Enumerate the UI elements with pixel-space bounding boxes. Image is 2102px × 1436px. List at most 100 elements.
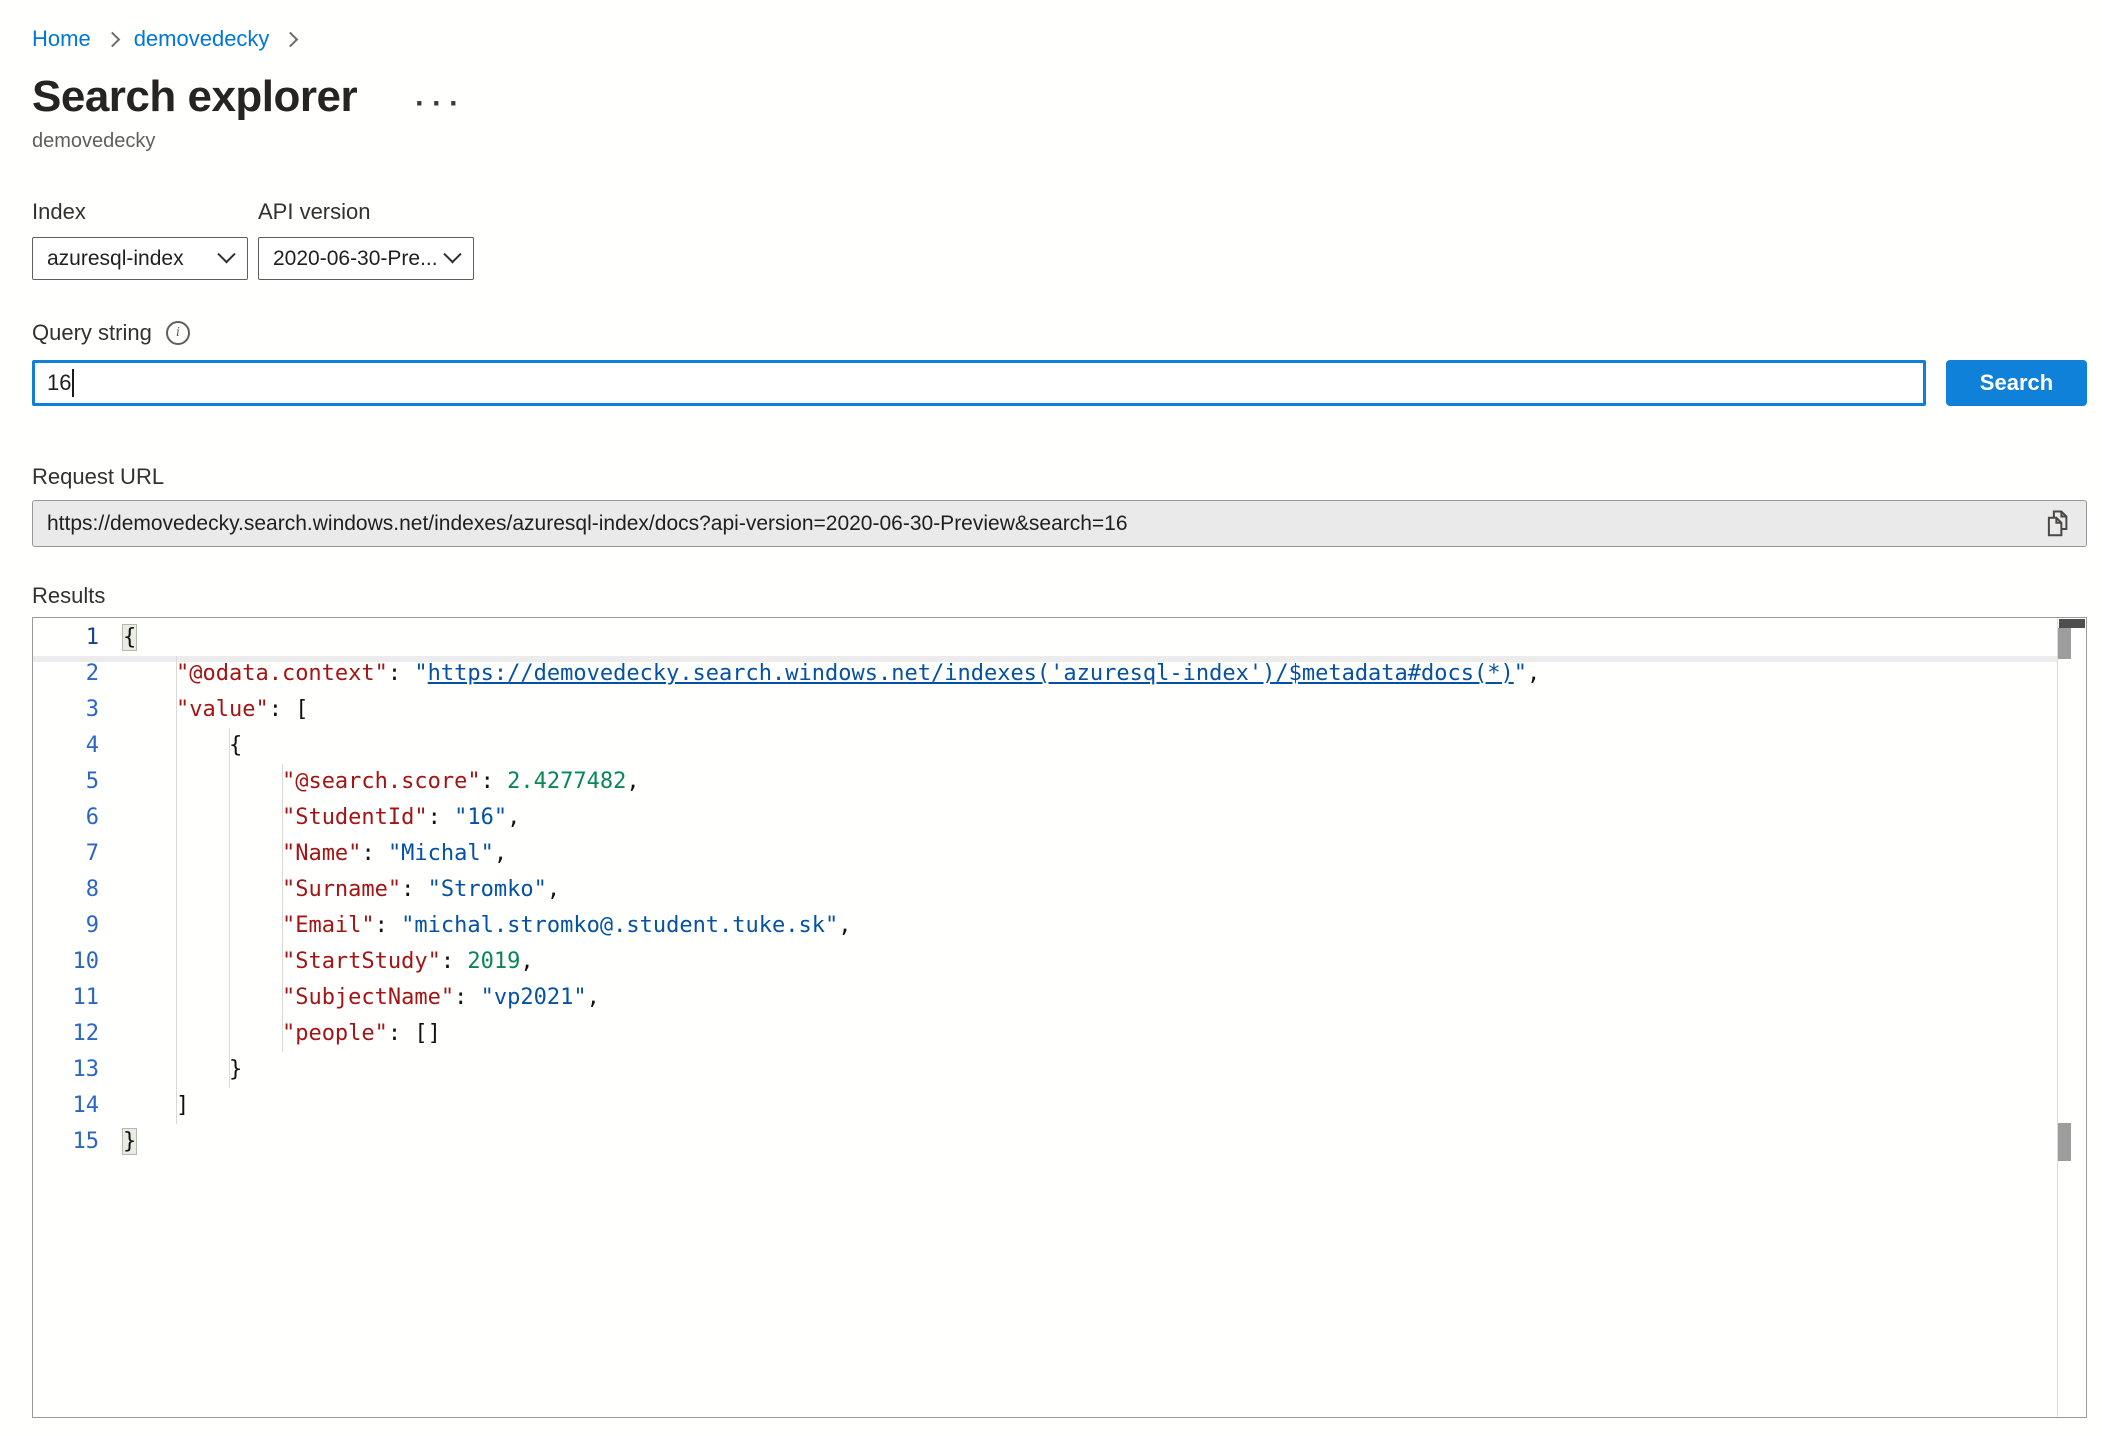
line-number: 5 bbox=[33, 764, 99, 800]
code-line: } bbox=[123, 1052, 2056, 1088]
search-explorer-blade: Home demovedecky Search explorer ··· dem… bbox=[0, 0, 2102, 1418]
code-token: , bbox=[626, 769, 639, 794]
code-token bbox=[123, 769, 282, 794]
overview-ruler-cursor-mark bbox=[2059, 619, 2085, 628]
request-url-label: Request URL bbox=[32, 464, 2087, 490]
code-token: [] bbox=[414, 1021, 441, 1046]
api-version-select[interactable]: 2020-06-30-Pre... bbox=[258, 237, 474, 280]
code-token: : bbox=[401, 877, 428, 902]
code-token bbox=[123, 913, 282, 938]
code-token bbox=[123, 697, 176, 722]
code-token: , bbox=[520, 949, 533, 974]
code-token bbox=[123, 1021, 282, 1046]
code-token: "StartStudy" bbox=[282, 949, 441, 974]
code-token: "vp2021" bbox=[481, 985, 587, 1010]
code-token bbox=[123, 877, 282, 902]
code-line: "SubjectName": "vp2021", bbox=[123, 980, 2056, 1016]
editor-content: { "@odata.context": "https://demovedecky… bbox=[123, 620, 2056, 1160]
code-token: { bbox=[123, 625, 136, 650]
copy-icon bbox=[2042, 507, 2072, 541]
line-number: 4 bbox=[33, 728, 99, 764]
code-token: , bbox=[1527, 661, 1540, 686]
index-select[interactable]: azuresql-index bbox=[32, 237, 248, 280]
code-token: "value" bbox=[176, 697, 269, 722]
code-token: "Michal" bbox=[388, 841, 494, 866]
request-url-box: https://demovedecky.search.windows.net/i… bbox=[32, 500, 2087, 547]
line-number: 7 bbox=[33, 836, 99, 872]
code-token bbox=[123, 805, 282, 830]
query-string-label: Query string bbox=[32, 320, 152, 346]
api-version-label: API version bbox=[258, 199, 474, 225]
breadcrumb-chevron-icon bbox=[104, 31, 120, 47]
query-string-input[interactable]: 16 bbox=[32, 360, 1926, 406]
code-token: , bbox=[587, 985, 600, 1010]
code-token: : bbox=[388, 1021, 415, 1046]
code-token bbox=[123, 985, 282, 1010]
code-line: ] bbox=[123, 1088, 2056, 1124]
code-line: "Surname": "Stromko", bbox=[123, 872, 2056, 908]
code-token: 2019 bbox=[467, 949, 520, 974]
copy-button[interactable] bbox=[2028, 501, 2086, 546]
code-token: , bbox=[494, 841, 507, 866]
code-line: "value": [ bbox=[123, 692, 2056, 728]
code-token: } bbox=[123, 1129, 136, 1154]
breadcrumb-chevron-icon bbox=[283, 31, 299, 47]
breadcrumb: Home demovedecky bbox=[32, 24, 2087, 54]
page-scrollbar-thumb[interactable] bbox=[2058, 1123, 2071, 1161]
code-token: : bbox=[454, 985, 481, 1010]
page-title: Search explorer bbox=[32, 70, 357, 124]
code-token: : bbox=[428, 805, 455, 830]
results-label: Results bbox=[32, 583, 2087, 609]
code-token: "Stromko" bbox=[428, 877, 547, 902]
code-token bbox=[123, 949, 282, 974]
index-select-value: azuresql-index bbox=[47, 247, 184, 271]
code-token: "@odata.context" bbox=[176, 661, 388, 686]
code-token: "@search.score" bbox=[282, 769, 481, 794]
code-token: "Name" bbox=[282, 841, 361, 866]
code-token: "16" bbox=[454, 805, 507, 830]
code-token: : bbox=[481, 769, 508, 794]
editor-gutter: 123456789101112131415 bbox=[33, 620, 99, 1160]
code-token bbox=[123, 661, 176, 686]
line-number: 3 bbox=[33, 692, 99, 728]
code-token: : bbox=[375, 913, 402, 938]
code-token: "Surname" bbox=[282, 877, 401, 902]
code-token: : bbox=[441, 949, 468, 974]
line-number: 1 bbox=[33, 620, 99, 656]
search-button[interactable]: Search bbox=[1946, 360, 2087, 406]
more-options-button[interactable]: ··· bbox=[415, 80, 466, 114]
code-token: " bbox=[414, 661, 427, 686]
editor-scrollbar-thumb[interactable] bbox=[2058, 628, 2071, 659]
code-line: "Name": "Michal", bbox=[123, 836, 2056, 872]
code-token: , bbox=[838, 913, 851, 938]
query-string-value: 16 bbox=[47, 370, 71, 396]
info-icon[interactable]: i bbox=[166, 321, 190, 345]
code-line: { bbox=[123, 728, 2056, 764]
line-number: 6 bbox=[33, 800, 99, 836]
code-line: "StartStudy": 2019, bbox=[123, 944, 2056, 980]
code-token: "michal.stromko@.student.tuke.sk" bbox=[401, 913, 838, 938]
line-number: 8 bbox=[33, 872, 99, 908]
code-token: 2.4277482 bbox=[507, 769, 626, 794]
code-line: { bbox=[123, 620, 2056, 656]
line-number: 2 bbox=[33, 656, 99, 692]
line-number: 10 bbox=[33, 944, 99, 980]
line-number: 11 bbox=[33, 980, 99, 1016]
results-code-editor[interactable]: 123456789101112131415 { "@odata.context"… bbox=[32, 617, 2087, 1418]
breadcrumb-home-link[interactable]: Home bbox=[32, 26, 91, 52]
code-token: "people" bbox=[282, 1021, 388, 1046]
code-token: { bbox=[123, 733, 242, 758]
line-number: 15 bbox=[33, 1124, 99, 1160]
line-number: 9 bbox=[33, 908, 99, 944]
breadcrumb-demovedecky-link[interactable]: demovedecky bbox=[134, 26, 270, 52]
code-token: , bbox=[547, 877, 560, 902]
code-line: "@odata.context": "https://demovedecky.s… bbox=[123, 656, 2056, 692]
code-token: "StudentId" bbox=[282, 805, 428, 830]
code-link[interactable]: https://demovedecky.search.windows.net/i… bbox=[428, 661, 1514, 686]
chevron-down-icon bbox=[443, 245, 461, 263]
api-version-select-value: 2020-06-30-Pre... bbox=[273, 247, 438, 271]
code-token: : bbox=[388, 661, 415, 686]
code-line: "people": [] bbox=[123, 1016, 2056, 1052]
code-line: "Email": "michal.stromko@.student.tuke.s… bbox=[123, 908, 2056, 944]
index-label: Index bbox=[32, 199, 248, 225]
